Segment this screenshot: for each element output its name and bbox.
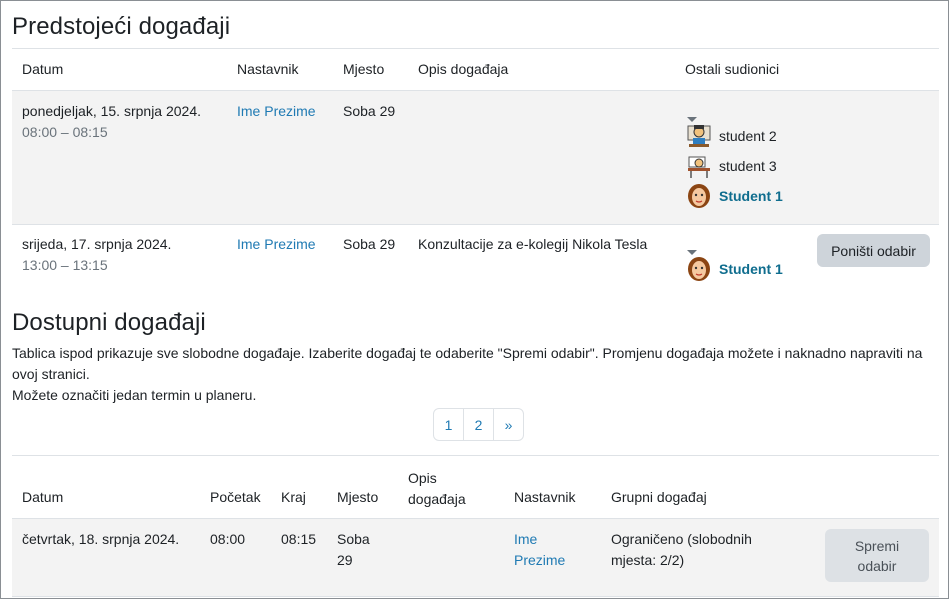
header-participants: Ostali sudionici <box>685 61 780 77</box>
event-time: 13:00 – 13:15 <box>22 257 108 273</box>
slot-location: Soba 29 <box>337 531 370 568</box>
header-start: Početak <box>210 489 261 505</box>
save-selection-button[interactable]: Spremi odabir <box>825 529 929 582</box>
event-time: 08:00 – 08:15 <box>22 124 108 140</box>
participant-item: student 3 <box>685 151 783 181</box>
participant-name: student 2 <box>719 128 777 144</box>
available-note: Možete označiti jedan termin u planeru. <box>12 387 257 403</box>
pagination: 1 2 » <box>433 408 524 441</box>
participant-name-self[interactable]: Student 1 <box>719 261 783 277</box>
available-title: Dostupni događaji <box>12 309 206 336</box>
header-description: Opis događaja <box>408 470 466 507</box>
page-1-link[interactable]: 1 <box>434 409 464 440</box>
header-teacher: Nastavnik <box>514 489 576 505</box>
page-frame: Predstojeći događaji Datum Nastavnik Mje… <box>0 0 949 599</box>
participant-item: Student 1 <box>685 254 783 284</box>
header-location: Mjesto <box>343 61 385 77</box>
participant-item: student 2 <box>685 121 783 151</box>
header-date: Datum <box>22 489 64 505</box>
teacher-link[interactable]: Ime Prezime <box>237 101 316 122</box>
cancel-selection-button[interactable]: Poništi odabir <box>817 234 930 267</box>
event-location: Soba 29 <box>343 103 396 119</box>
event-date: ponedjeljak, 15. srpnja 2024. <box>22 103 202 119</box>
header-group: Grupni događaj <box>611 489 707 505</box>
event-description: Konzultacije za e-kolegij Nikola Tesla <box>418 236 648 252</box>
participant-name: student 3 <box>719 158 777 174</box>
student-avatar-icon <box>687 125 711 147</box>
header-location: Mjesto <box>337 489 379 505</box>
participant-item: Student 1 <box>685 181 783 211</box>
slot-end: 08:15 <box>281 531 317 547</box>
table-row: četvrtak, 18. srpnja 2024. 08:00 08:15 S… <box>12 518 939 597</box>
slot-group: Ograničeno (slobodnih mjesta: 2/2) <box>611 531 752 568</box>
header-teacher: Nastavnik <box>237 61 299 77</box>
header-end: Kraj <box>281 489 306 505</box>
next-page-link[interactable]: » <box>494 409 523 440</box>
teacher-link[interactable]: Ime Prezime <box>237 234 316 255</box>
table-row: ponedjeljak, 15. srpnja 2024. 08:00 – 08… <box>12 90 939 225</box>
participant-name-self[interactable]: Student 1 <box>719 188 783 204</box>
upcoming-title: Predstojeći događaji <box>12 13 231 40</box>
event-date: srijeda, 17. srpnja 2024. <box>22 236 172 252</box>
student-avatar-icon <box>688 184 710 208</box>
slot-start: 08:00 <box>210 531 246 547</box>
teacher-link[interactable]: Ime Prezime <box>514 529 574 571</box>
available-table: Datum Početak Kraj Mjesto Opis događaja … <box>12 455 939 597</box>
upcoming-table: Datum Nastavnik Mjesto Opis događaja Ost… <box>12 48 939 290</box>
student-avatar-icon <box>688 156 710 178</box>
available-description: Tablica ispod prikazuje sve slobodne dog… <box>12 345 923 382</box>
header-description: Opis događaja <box>418 61 509 77</box>
page-2-link[interactable]: 2 <box>464 409 494 440</box>
header-date: Datum <box>22 61 64 77</box>
table-row: srijeda, 17. srpnja 2024. 13:00 – 13:15 … <box>12 224 939 290</box>
student-avatar-icon <box>688 257 710 281</box>
event-location: Soba 29 <box>343 236 396 252</box>
slot-date: četvrtak, 18. srpnja 2024. <box>22 531 180 547</box>
